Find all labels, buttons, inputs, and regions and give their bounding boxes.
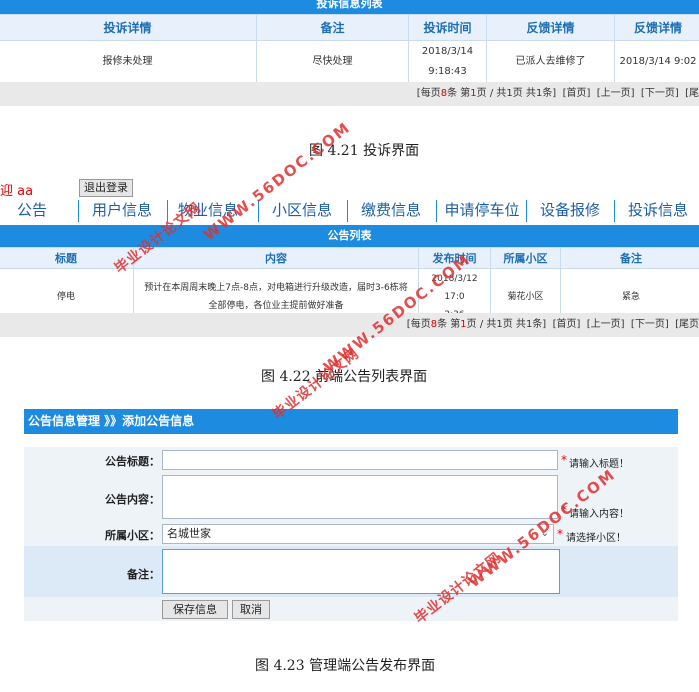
column-header: 内容 [133, 247, 419, 269]
pager-text: 条] [542, 88, 557, 99]
notice-table-header: 标题 内容 发布时间 所属小区 备注 [0, 247, 699, 269]
required-star: * [561, 453, 567, 467]
complaint-time-cell: 2018/3/14 9:18:43 [408, 40, 487, 84]
column-header: 所属小区 [490, 247, 561, 269]
pager-next-link[interactable]: [下一页] [641, 88, 679, 99]
pager-text: 页 / 共 [466, 319, 497, 330]
column-header: 投诉时间 [408, 14, 487, 41]
title-required: * [561, 449, 567, 468]
title-input[interactable] [162, 450, 558, 470]
pager-text: 条] [532, 319, 547, 330]
notice-list-titlebar: 公告列表 [0, 225, 699, 247]
pager-text: 条 第 [437, 319, 461, 330]
column-header: 备注 [256, 14, 409, 41]
nav-separator [526, 200, 527, 222]
complaint-table-header: 投诉详情 备注 投诉时间 反馈详情 反馈详情 [0, 14, 699, 41]
form-actions: 保存信息 取消 [24, 597, 678, 621]
nav-item-complaint[interactable]: 投诉信息 [618, 196, 698, 224]
community-hint: 请选择小区！ [566, 533, 626, 544]
notice-list-title: 公告列表 [327, 229, 372, 242]
feedback-detail-cell: 已派人去维修了 [486, 40, 615, 84]
pager-prev-link[interactable]: [上一页] [597, 88, 635, 99]
nav-item-notice[interactable]: 公告 [0, 196, 64, 224]
cancel-button[interactable]: 取消 [232, 600, 270, 619]
complaint-pager: [每页8条 第1页 / 共1页 共1条] [首页] [上一页] [下一页] [尾 [0, 82, 699, 106]
complaint-list-titlebar: 投诉信息列表 [0, 0, 699, 14]
column-header: 反馈详情 [614, 14, 699, 41]
pager-first-link[interactable]: [首页] [563, 88, 591, 99]
table-row: 报修未处理 尽快处理 2018/3/14 9:18:43 已派人去维修了 201… [0, 40, 699, 84]
pager-last-link[interactable]: [尾 [685, 88, 699, 99]
main-nav: 公告 用户信息 物业信息 小区信息 缴费信息 申请停车位 设备报修 投诉信息 [0, 196, 699, 224]
nav-item-parking-apply[interactable]: 申请停车位 [440, 196, 524, 224]
nav-separator [614, 200, 615, 222]
save-button[interactable]: 保存信息 [162, 600, 228, 619]
notice-content-line: 预计在本周周末晚上7点-8点，对电箱进行升级改造，届时3-6栋将 [144, 283, 408, 293]
complaint-list-title: 投诉信息列表 [316, 0, 383, 10]
form-row-title: 公告标题： * 请输入标题！ [24, 447, 678, 473]
pager-text: 页 / 共 [476, 88, 507, 99]
content-label: 公告内容： [105, 493, 160, 506]
feedback-time-cell: 2018/3/14 9:02 [614, 40, 699, 84]
nav-item-community-info[interactable]: 小区信息 [262, 196, 342, 224]
pager-text: [每页 [406, 319, 431, 330]
form-row-community: 所属小区： 名城世家 ⌄ * 请选择小区！ [24, 521, 678, 546]
pager-next-link[interactable]: [下一页] [631, 319, 669, 330]
notice-pager: [每页8条 第1页 / 共1页 共1条] [首页] [上一页] [下一页] [尾… [0, 313, 699, 337]
community-selected-value: 名城世家 [167, 527, 211, 540]
nav-separator [347, 200, 348, 222]
figure-caption-4-23: 图 4.23 管理端公告发布界面 [255, 658, 436, 674]
community-select[interactable]: 名城世家 ⌄ [162, 524, 554, 544]
nav-separator [78, 200, 79, 222]
form-row-remark: 备注： [24, 546, 678, 597]
nav-item-payment-info[interactable]: 缴费信息 [351, 196, 431, 224]
column-header: 投诉详情 [0, 14, 257, 41]
column-header: 反馈详情 [486, 14, 615, 41]
logout-button[interactable]: 退出登录 [79, 179, 133, 197]
pager-prev-link[interactable]: [上一页] [587, 319, 625, 330]
form-breadcrumb: 公告信息管理 》》添加公告信息 [24, 409, 678, 434]
remark-label: 备注： [127, 568, 160, 581]
pager-text: [每页 [416, 88, 441, 99]
nav-item-repair[interactable]: 设备报修 [530, 196, 610, 224]
column-header: 备注 [560, 247, 699, 269]
pager-text: 页 共 [502, 319, 526, 330]
pager-text: 条 第 [447, 88, 471, 99]
pager-last-link[interactable]: [尾页 [675, 319, 699, 330]
complaint-table: 投诉详情 备注 投诉时间 反馈详情 反馈详情 报修未处理 尽快处理 2018/3… [0, 14, 699, 84]
pager-first-link[interactable]: [首页] [553, 319, 581, 330]
content-textarea[interactable] [162, 475, 558, 519]
complaint-detail-cell: 报修未处理 [0, 40, 257, 84]
title-hint: 请输入标题！ [569, 459, 629, 470]
complaint-note-cell: 尽快处理 [256, 40, 409, 84]
title-label: 公告标题： [105, 455, 160, 468]
community-label: 所属小区： [105, 529, 160, 542]
pager-text: 页 共 [512, 88, 536, 99]
required-star: * [557, 527, 563, 541]
nav-item-user-info[interactable]: 用户信息 [82, 196, 162, 224]
nav-separator [436, 200, 437, 222]
